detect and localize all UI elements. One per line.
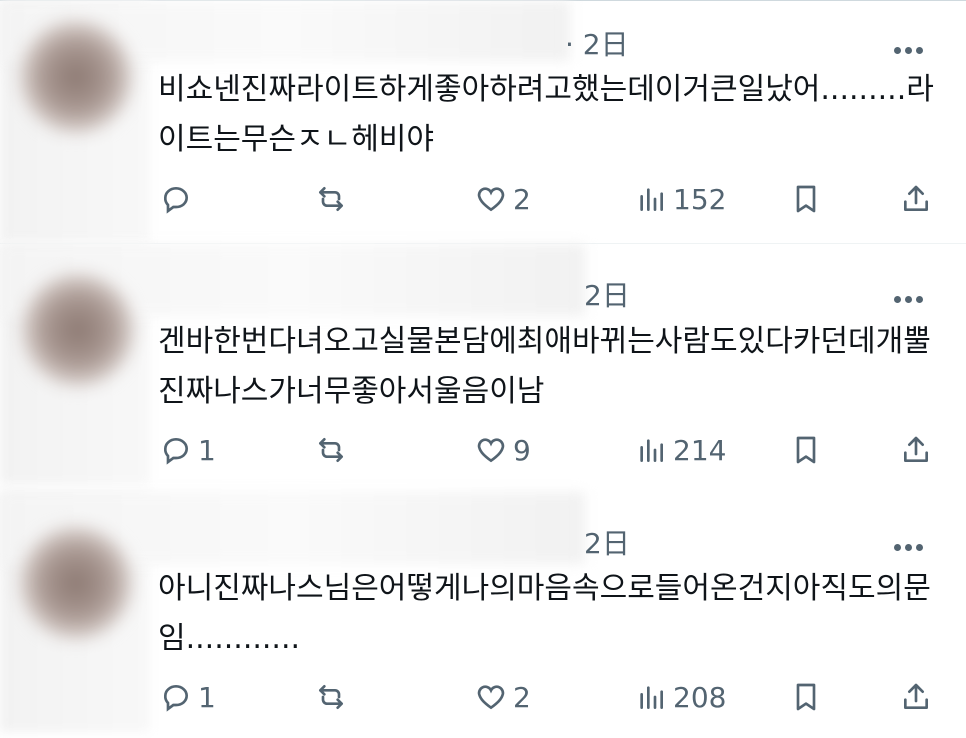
views-count: 152 bbox=[673, 182, 727, 216]
retweet-icon bbox=[319, 438, 343, 462]
bookmark-icon bbox=[796, 683, 816, 711]
action-bar: 1 2 208 bbox=[150, 672, 950, 722]
share-button[interactable] bbox=[900, 425, 932, 475]
reply-icon bbox=[163, 187, 189, 214]
more-icon[interactable] bbox=[894, 288, 930, 303]
heart-icon bbox=[477, 187, 505, 212]
like-count: 2 bbox=[513, 680, 531, 714]
views-button[interactable]: 208 bbox=[635, 672, 726, 722]
like-button[interactable]: 2 bbox=[475, 174, 531, 224]
like-count: 2 bbox=[513, 182, 531, 216]
retweet-button[interactable] bbox=[315, 425, 347, 475]
reply-count: 1 bbox=[198, 433, 216, 467]
reply-count: 1 bbox=[198, 680, 216, 714]
more-icon[interactable] bbox=[894, 536, 930, 551]
more-icon[interactable] bbox=[894, 39, 930, 54]
views-icon bbox=[640, 188, 663, 211]
timestamp[interactable]: 2日 bbox=[584, 522, 630, 562]
avatar[interactable] bbox=[20, 21, 132, 133]
like-button[interactable]: 9 bbox=[475, 425, 531, 475]
bookmark-button[interactable] bbox=[790, 672, 822, 722]
bookmark-button[interactable] bbox=[790, 425, 822, 475]
share-icon bbox=[904, 683, 928, 709]
share-icon bbox=[904, 185, 928, 211]
views-icon bbox=[640, 686, 663, 709]
views-count: 208 bbox=[673, 680, 727, 714]
views-button[interactable]: 152 bbox=[635, 174, 726, 224]
avatar[interactable] bbox=[20, 527, 132, 639]
tweet-text: 겐바한번다녀오고실물본담에최애바뀌는사람도있다카던데개뿔진짜나스가너무좋아서울음… bbox=[158, 324, 931, 409]
reply-button[interactable]: 1 bbox=[160, 672, 216, 722]
action-bar: 1 9 214 bbox=[150, 425, 950, 475]
avatar[interactable] bbox=[22, 274, 134, 386]
retweet-button[interactable] bbox=[315, 174, 347, 224]
retweet-icon bbox=[319, 685, 343, 709]
like-button[interactable]: 2 bbox=[475, 672, 531, 722]
tweet-text: 비쇼넨진짜라이트하게좋아하려고했는데이거큰일났어.........라이트는무슨ㅈ… bbox=[158, 72, 934, 157]
views-icon bbox=[640, 439, 663, 462]
tweet-text: 아니진짜나스님은어떻게나의마음속으로들어온건지아직도의문임...........… bbox=[158, 571, 931, 656]
reply-icon bbox=[163, 685, 189, 712]
timestamp[interactable]: 2日 bbox=[584, 274, 630, 314]
retweet-icon bbox=[319, 187, 343, 211]
like-count: 9 bbox=[513, 433, 531, 467]
reply-icon bbox=[163, 438, 189, 465]
reply-button[interactable] bbox=[160, 174, 198, 224]
views-button[interactable]: 214 bbox=[635, 425, 726, 475]
bookmark-icon bbox=[796, 436, 816, 464]
share-button[interactable] bbox=[900, 672, 932, 722]
tweet[interactable]: 2日 겐바한번다녀오고실물본담에최애바뀌는사람도있다카던데개뿔진짜나스가너무좋아… bbox=[0, 243, 966, 489]
share-icon bbox=[904, 436, 928, 462]
tweet[interactable]: · 2日 비쇼넨진짜라이트하게좋아하려고했는데이거큰일났어.........라이… bbox=[0, 0, 966, 246]
retweet-button[interactable] bbox=[315, 672, 347, 722]
views-count: 214 bbox=[673, 433, 727, 467]
timestamp[interactable]: · 2日 bbox=[565, 23, 629, 63]
heart-icon bbox=[477, 685, 505, 710]
reply-button[interactable]: 1 bbox=[160, 425, 216, 475]
tweet[interactable]: 2日 아니진짜나스님은어떻게나의마음속으로들어온건지아직도의문임........… bbox=[0, 492, 966, 738]
action-bar: 2 152 bbox=[150, 174, 950, 224]
bookmark-button[interactable] bbox=[790, 174, 822, 224]
bookmark-icon bbox=[796, 185, 816, 213]
share-button[interactable] bbox=[900, 174, 932, 224]
heart-icon bbox=[477, 438, 505, 463]
